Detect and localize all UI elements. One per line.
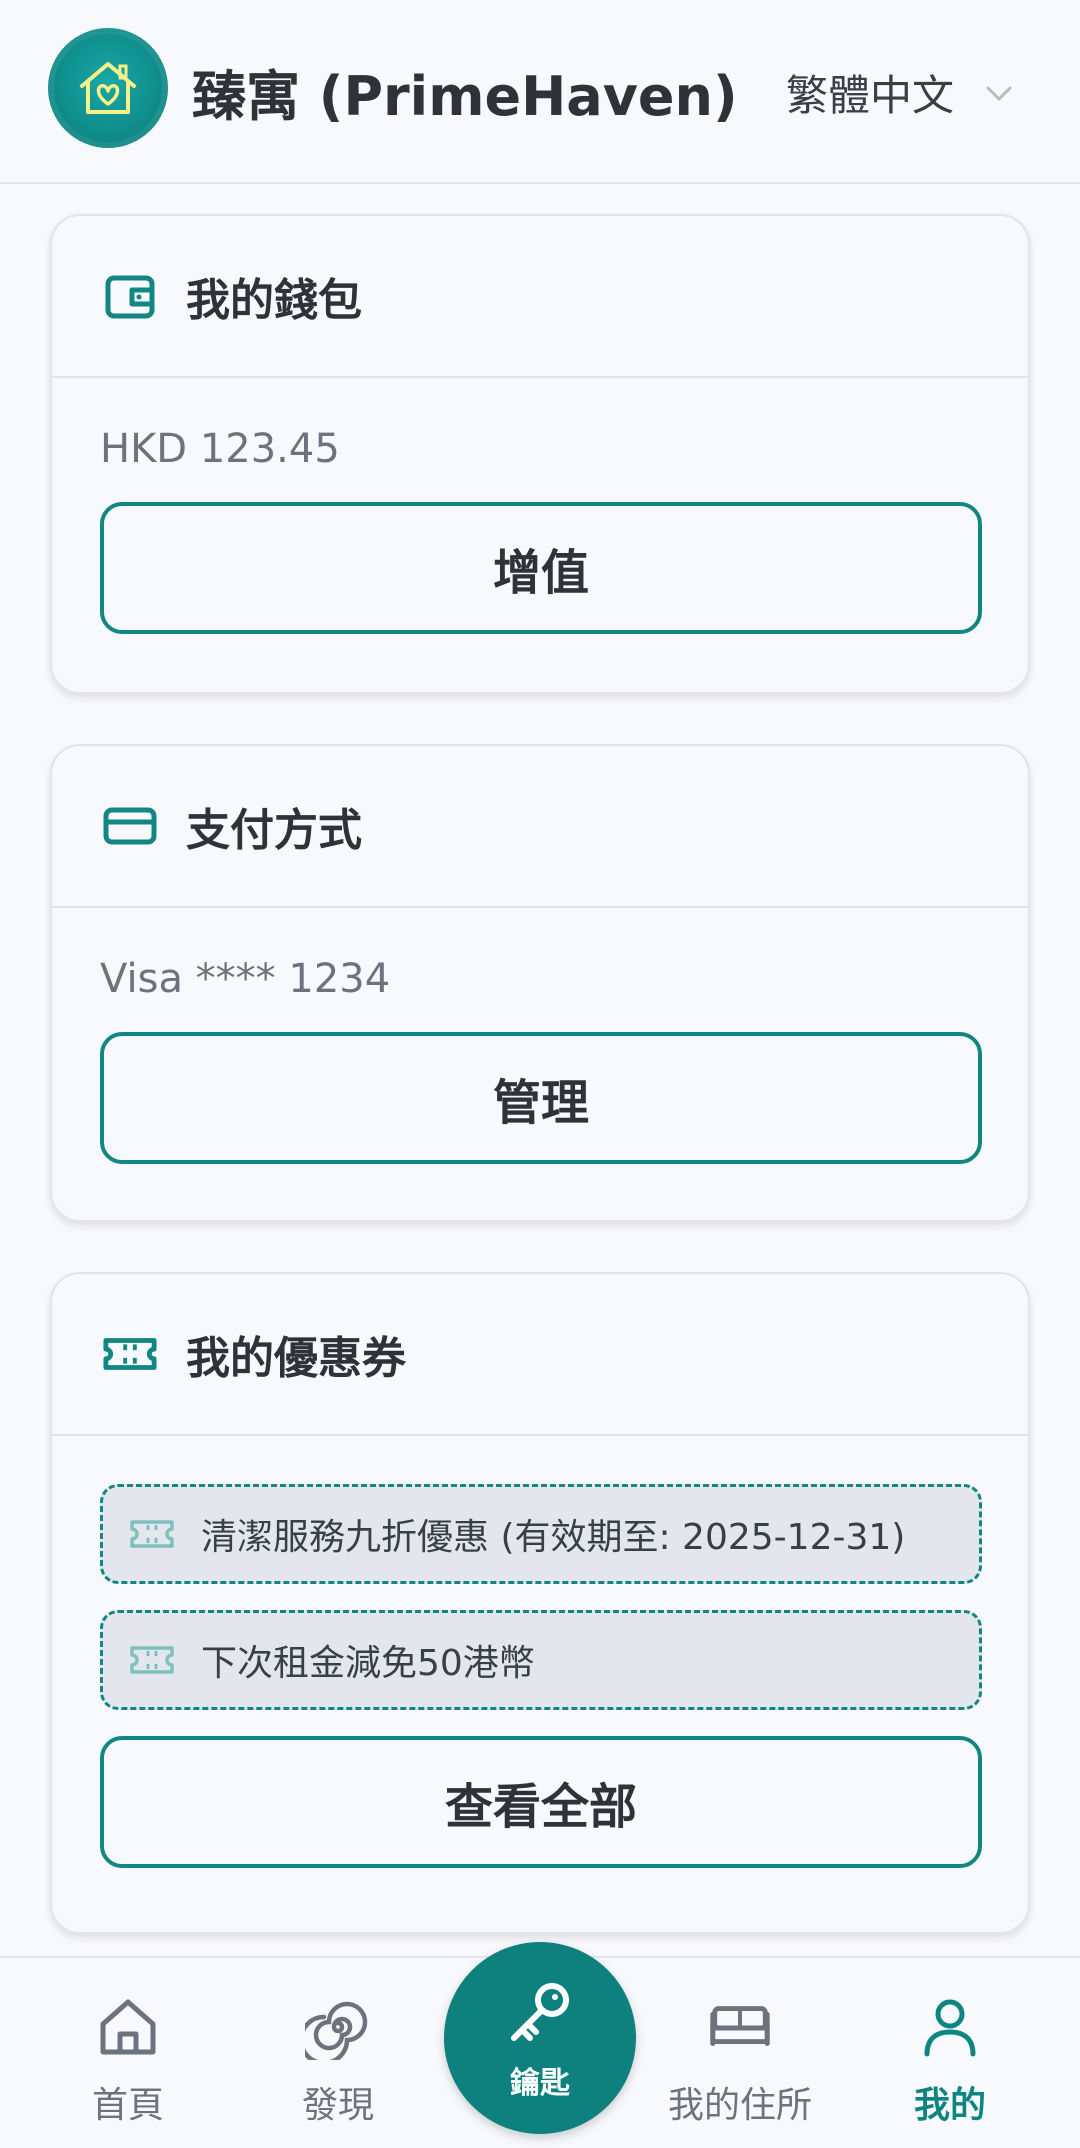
wallet-card-header: 我的錢包 <box>52 216 1028 378</box>
payment-title: 支付方式 <box>186 805 362 856</box>
nav-item-discover[interactable]: 發現 <box>258 1992 418 2128</box>
bed-icon <box>705 1992 775 2062</box>
nav-item-my-residence[interactable]: 我的住所 <box>660 1992 820 2128</box>
view-all-button[interactable]: 查看全部 <box>100 1736 982 1868</box>
ticket-icon <box>102 1326 158 1382</box>
app-logo[interactable] <box>48 28 168 148</box>
language-label: 繁體中文 <box>785 71 954 120</box>
chevron-down-icon <box>986 86 1012 100</box>
nav-label-discover: 發現 <box>301 2085 374 2126</box>
ticket-icon <box>129 1511 175 1557</box>
payment-card-header: 支付方式 <box>52 746 1028 908</box>
house-heart-icon <box>80 62 136 114</box>
coupon-label: 清潔服務九折優惠 (有效期至: 2025-12-31) <box>201 1517 906 1558</box>
app-header: 臻寓 (PrimeHaven) 繁體中文 <box>0 0 1080 184</box>
wallet-card: 我的錢包 HKD 123.45 增值 <box>50 214 1030 694</box>
wallet-balance: HKD 123.45 <box>100 426 340 472</box>
key-button[interactable]: 鑰匙 <box>444 1942 636 2134</box>
coupon-item[interactable]: 下次租金減免50港幣 <box>100 1610 982 1710</box>
nav-label-home: 首頁 <box>91 2085 164 2126</box>
nav-item-me[interactable]: 我的 <box>870 1992 1030 2128</box>
spiral-icon <box>303 1992 373 2062</box>
coupons-card-header: 我的優惠券 <box>52 1274 1028 1436</box>
nav-label-me: 我的 <box>913 2085 986 2126</box>
top-up-button[interactable]: 增值 <box>100 502 982 634</box>
coupon-item[interactable]: 清潔服務九折優惠 (有效期至: 2025-12-31) <box>100 1484 982 1584</box>
credit-card-icon <box>102 798 158 854</box>
payment-card: 支付方式 Visa **** 1234 管理 <box>50 744 1030 1222</box>
key-button-label: 鑰匙 <box>510 2066 570 2101</box>
key-icon <box>511 1983 569 2041</box>
ticket-icon <box>129 1637 175 1683</box>
coupons-card: 我的優惠券 清潔服務九折優惠 (有效期至: 2025-12-31) 下次租金減免… <box>50 1272 1030 1934</box>
nav-item-home[interactable]: 首頁 <box>48 1992 208 2128</box>
language-selector[interactable]: 繁體中文 <box>786 62 1014 123</box>
coupon-label: 下次租金減免50港幣 <box>201 1643 535 1684</box>
manage-button[interactable]: 管理 <box>100 1032 982 1164</box>
payment-card-number: Visa **** 1234 <box>100 956 391 1002</box>
nav-label-my-residence: 我的住所 <box>667 2085 812 2126</box>
coupons-title: 我的優惠券 <box>186 1333 406 1384</box>
wallet-icon <box>102 268 158 324</box>
user-icon <box>915 1992 985 2062</box>
wallet-title: 我的錢包 <box>186 275 362 326</box>
home-icon <box>93 1992 163 2062</box>
app-title: 臻寓 (PrimeHaven) <box>192 65 738 128</box>
